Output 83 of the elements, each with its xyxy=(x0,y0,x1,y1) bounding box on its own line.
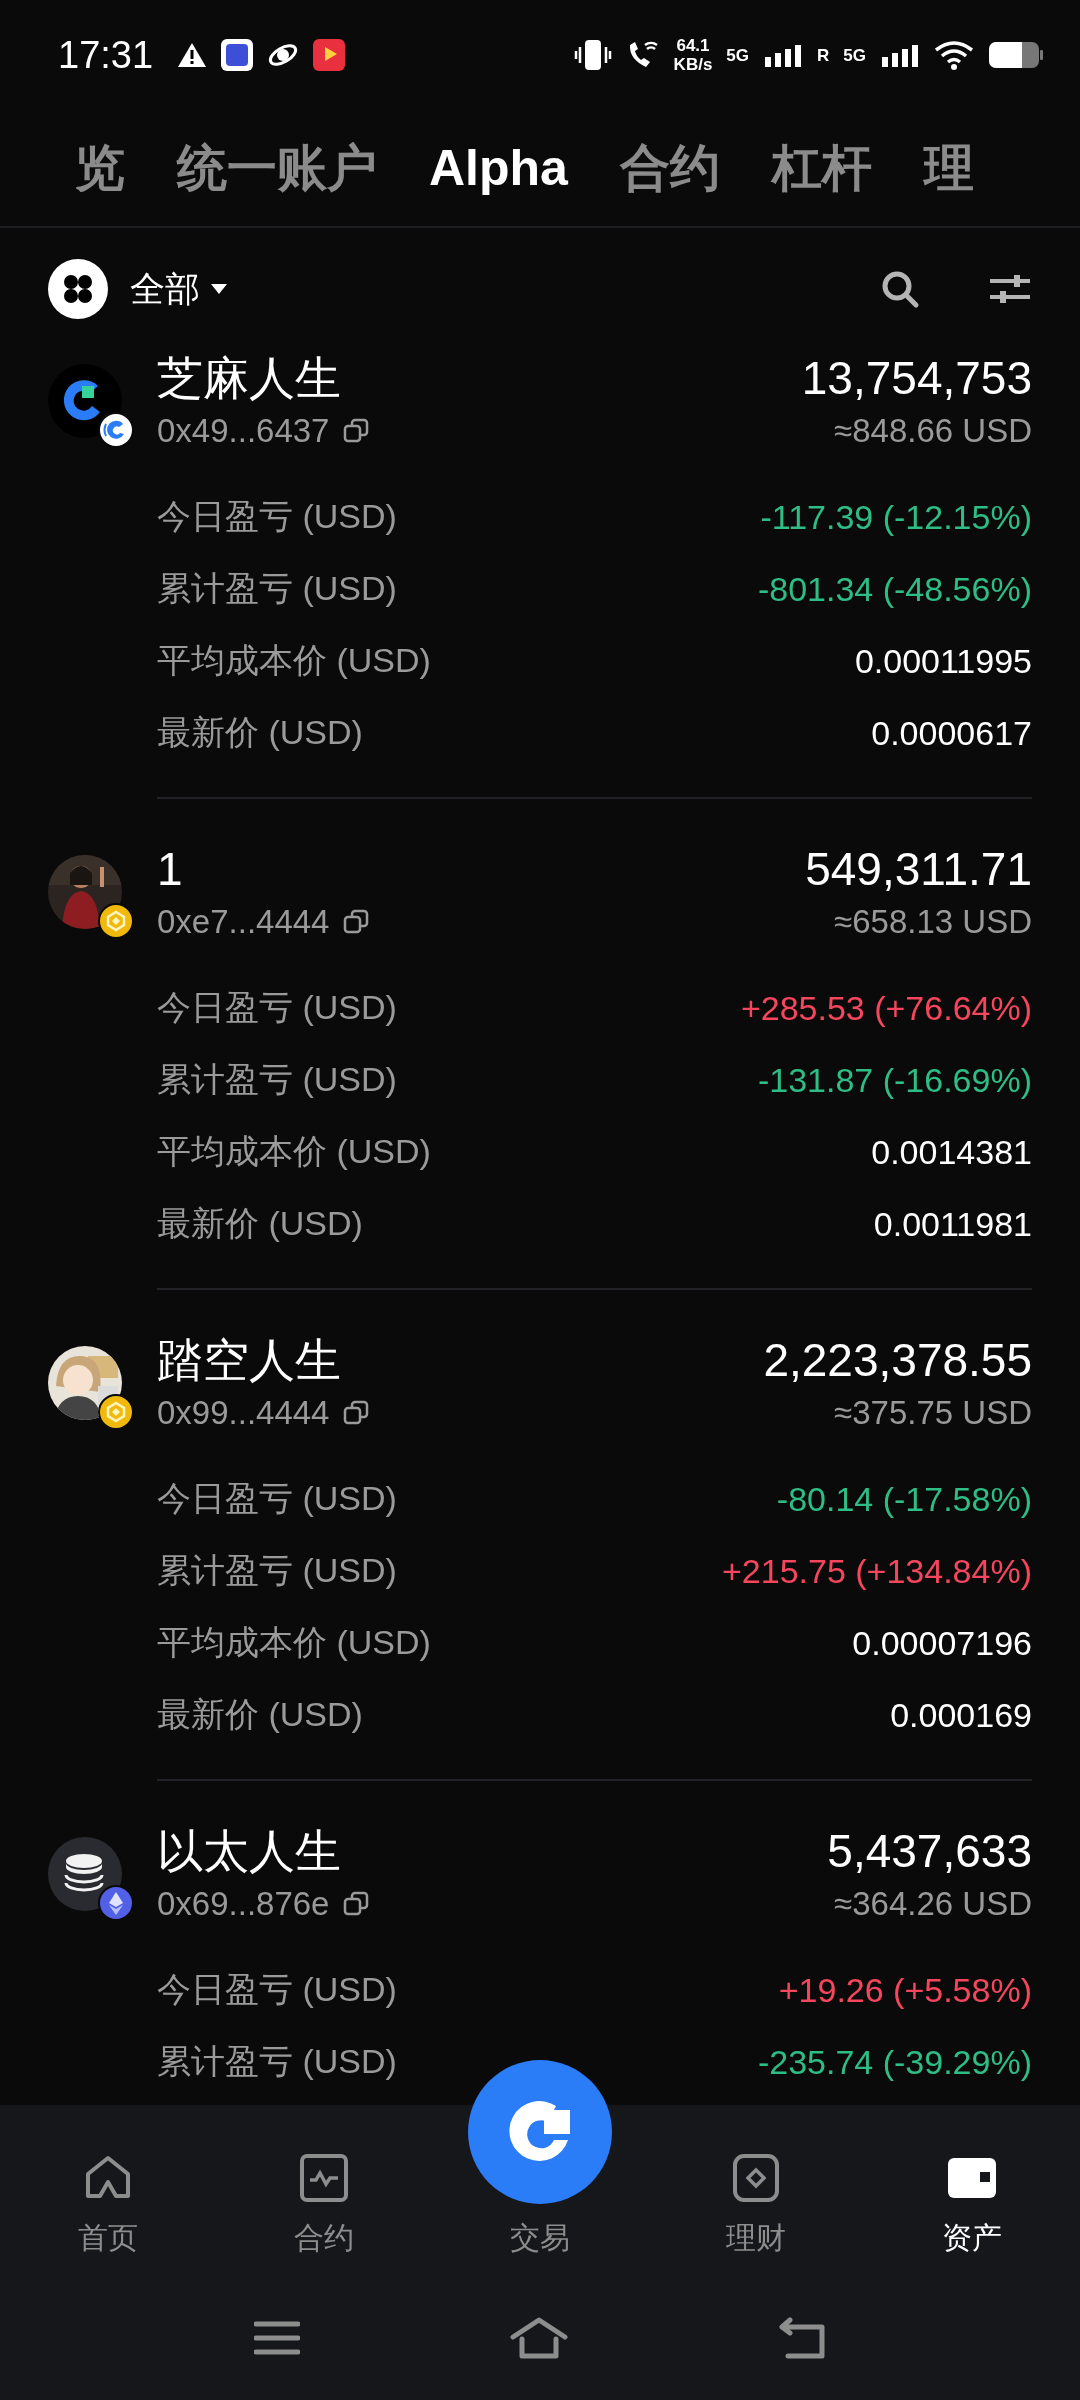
contract-address: 0xe7...4444 xyxy=(157,902,330,942)
metric-value: -131.87 (-16.69%) xyxy=(757,1060,1032,1100)
tab[interactable]: Alpha xyxy=(429,139,568,197)
metric-value: 0.0000617 xyxy=(871,713,1032,753)
wifi-icon xyxy=(934,40,974,70)
metric-value: 0.00011995 xyxy=(854,641,1032,681)
contract-address: 0x99...4444 xyxy=(157,1393,330,1433)
video-app-icon xyxy=(313,39,346,71)
metric-value: 0.000169 xyxy=(890,1695,1032,1735)
usd-value: ≈375.75 USD xyxy=(834,1393,1032,1433)
usd-value: ≈848.66 USD xyxy=(834,411,1032,451)
copy-icon[interactable] xyxy=(343,1400,370,1426)
metric-label: 累计盈亏 (USD) xyxy=(157,1059,397,1100)
app-badge-icon xyxy=(98,412,134,448)
metric-label: 累计盈亏 (USD) xyxy=(157,2041,397,2082)
metric-value: 0.00007196 xyxy=(852,1623,1032,1663)
contract-address: 0x49...6437 xyxy=(157,411,330,451)
tab[interactable]: 统一账户 xyxy=(177,134,377,202)
network-speed-unit: KB/s xyxy=(673,56,713,73)
menu-icon[interactable] xyxy=(254,2319,300,2356)
nav-item[interactable]: 交易 xyxy=(510,2218,570,2259)
metric-value: -235.74 (-39.29%) xyxy=(757,2042,1032,2082)
coin-badge-icon xyxy=(98,1394,134,1430)
metric-label: 累计盈亏 (USD) xyxy=(157,1550,397,1591)
token-name: 1 xyxy=(157,842,183,897)
token-amount: 2,223,378.55 xyxy=(763,1333,1032,1388)
warning-icon xyxy=(177,41,208,69)
token-name: 以太人生 xyxy=(157,1824,341,1879)
contract-address: 0x69...876e xyxy=(157,1884,330,1924)
copy-icon[interactable] xyxy=(343,418,370,444)
metric-value: 0.0011981 xyxy=(873,1204,1032,1244)
metric-value: +285.53 (+76.64%) xyxy=(740,988,1032,1028)
network-type: 5G xyxy=(726,46,750,64)
usd-value: ≈658.13 USD xyxy=(834,902,1032,942)
copy-icon[interactable] xyxy=(343,909,370,935)
metric-label: 今日盈亏 (USD) xyxy=(157,987,397,1028)
network-type: 5G xyxy=(843,46,866,64)
metric-value: -117.39 (-12.15%) xyxy=(760,497,1032,537)
metric-value: -801.34 (-48.56%) xyxy=(757,569,1032,609)
back-icon[interactable] xyxy=(778,2316,826,2359)
diamond-badge-icon xyxy=(98,1885,134,1921)
coin-badge-icon xyxy=(98,903,134,939)
metric-label: 今日盈亏 (USD) xyxy=(157,1969,397,2010)
app-icon xyxy=(221,39,254,71)
metric-label: 今日盈亏 (USD) xyxy=(157,496,397,537)
metric-label: 最新价 (USD) xyxy=(157,712,363,753)
token-name: 踏空人生 xyxy=(157,1333,341,1388)
nav-item[interactable]: 理财 xyxy=(726,2152,786,2259)
metric-label: 最新价 (USD) xyxy=(157,1203,363,1244)
caret-icon xyxy=(210,283,228,295)
tab[interactable]: 理 xyxy=(923,134,974,202)
network-speed: 64.1 xyxy=(676,37,710,54)
home-icon[interactable] xyxy=(510,2316,568,2359)
metric-label: 累计盈亏 (USD) xyxy=(157,568,397,609)
metric-value: 0.0014381 xyxy=(871,1132,1032,1172)
metric-value: -80.14 (-17.58%) xyxy=(776,1479,1032,1519)
nav-item[interactable]: 资产 xyxy=(942,2152,1002,2259)
token-amount: 13,754,753 xyxy=(801,351,1032,406)
metric-label: 平均成本价 (USD) xyxy=(157,640,431,681)
clock: 17:31 xyxy=(58,33,154,77)
chart-icon xyxy=(298,2152,350,2204)
battery-icon xyxy=(988,40,1044,70)
tab[interactable]: 览 xyxy=(75,134,125,202)
copy-icon[interactable] xyxy=(343,1891,370,1917)
token-amount: 549,311.71 xyxy=(805,842,1032,897)
usd-value: ≈364.26 USD xyxy=(834,1884,1032,1924)
grid-icon[interactable] xyxy=(48,259,108,319)
search-icon[interactable] xyxy=(880,269,920,309)
roaming-indicator: R xyxy=(817,46,830,64)
metric-label: 最新价 (USD) xyxy=(157,1694,363,1735)
metric-label: 平均成本价 (USD) xyxy=(157,1131,431,1172)
nav-item[interactable]: 合约 xyxy=(294,2152,354,2259)
metric-label: 今日盈亏 (USD) xyxy=(157,1478,397,1519)
tab[interactable]: 合约 xyxy=(619,134,720,202)
tab[interactable]: 杠杆 xyxy=(771,134,872,202)
metric-value: +215.75 (+134.84%) xyxy=(721,1551,1032,1591)
vibrate-icon xyxy=(573,39,612,71)
metric-value: +19.26 (+5.58%) xyxy=(778,1970,1032,2010)
token-name: 芝麻人生 xyxy=(157,351,341,406)
nav-item[interactable]: 首页 xyxy=(78,2152,138,2259)
token-amount: 5,437,633 xyxy=(827,1824,1032,1879)
metric-label: 平均成本价 (USD) xyxy=(157,1622,431,1663)
filter-dropdown[interactable]: 全部 xyxy=(130,265,228,313)
